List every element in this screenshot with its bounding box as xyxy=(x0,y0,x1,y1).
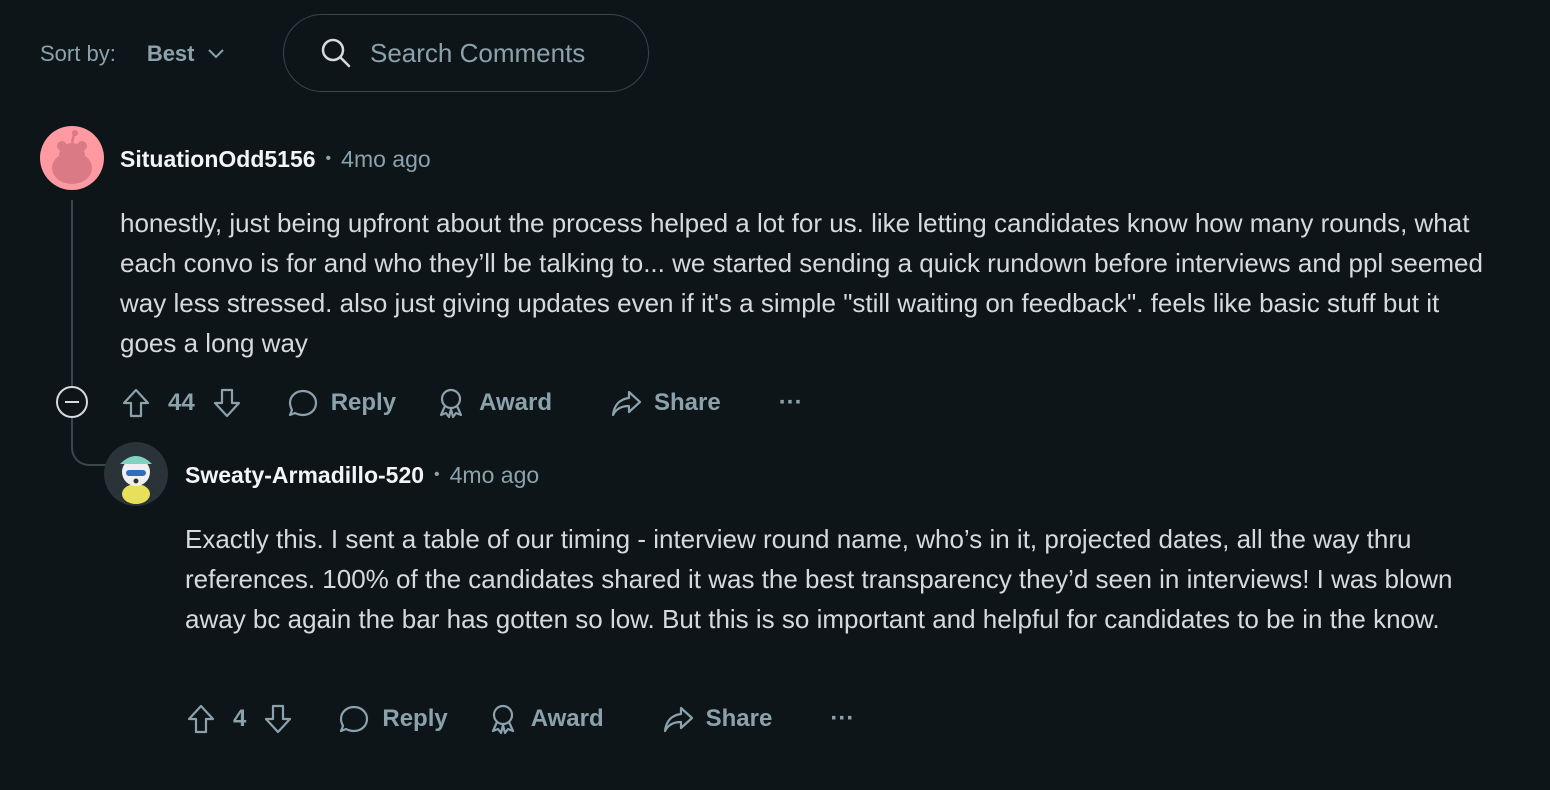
award-icon xyxy=(491,704,514,735)
reply-label: Reply xyxy=(330,389,397,416)
award-label: Award xyxy=(530,705,604,732)
comment-actions: 44 Reply Award Share ··· xyxy=(120,383,803,423)
downvote-button[interactable] xyxy=(262,703,294,735)
upvote-button[interactable] xyxy=(120,387,152,419)
comment-body: Exactly this. I sent a table of our timi… xyxy=(185,524,1453,634)
comment-author[interactable]: SituationOdd5156 xyxy=(120,146,316,173)
downvote-button[interactable] xyxy=(211,387,243,419)
avatar[interactable] xyxy=(40,126,104,190)
upvote-button[interactable] xyxy=(185,703,217,735)
comment-timestamp[interactable]: 4mo ago xyxy=(341,146,431,173)
search-input[interactable] xyxy=(368,36,632,70)
avatar[interactable] xyxy=(104,442,168,506)
award-button[interactable]: Award xyxy=(487,703,604,735)
search-icon xyxy=(321,38,351,68)
sort-dropdown[interactable]: Best xyxy=(147,41,225,67)
separator-dot: • xyxy=(325,150,332,167)
vote-count: 4 xyxy=(233,705,247,732)
share-arrow-icon xyxy=(611,390,642,417)
separator-dot: • xyxy=(434,466,440,483)
reply-button[interactable]: Reply xyxy=(338,703,448,735)
snoo-avatar-icon xyxy=(120,456,152,504)
more-options-button[interactable]: ··· xyxy=(779,389,803,417)
sort-label: Sort by: xyxy=(40,41,116,66)
upvote-arrow-icon xyxy=(187,704,215,734)
reply-button[interactable]: Reply xyxy=(287,387,396,419)
comment-meta: Sweaty-Armadillo-520 • 4mo ago xyxy=(185,459,539,491)
upvote-arrow-icon xyxy=(122,388,150,418)
comment-timestamp[interactable]: 4mo ago xyxy=(450,462,540,489)
share-button[interactable]: Share xyxy=(662,703,773,735)
reply-label: Reply xyxy=(382,705,448,732)
snoo-avatar-icon xyxy=(52,130,92,184)
thread-connector xyxy=(71,418,107,466)
award-button[interactable]: Award xyxy=(435,387,552,419)
minus-icon xyxy=(65,401,79,403)
downvote-arrow-icon xyxy=(265,704,292,734)
more-options-button[interactable]: ··· xyxy=(830,705,854,733)
share-button[interactable]: Share xyxy=(610,387,721,419)
sort-value: Best xyxy=(146,41,195,66)
comment-author[interactable]: Sweaty-Armadillo-520 xyxy=(185,462,424,489)
award-label: Award xyxy=(479,389,552,416)
vote-count: 44 xyxy=(168,389,195,416)
share-arrow-icon xyxy=(663,706,693,733)
collapse-thread-button[interactable] xyxy=(56,386,88,418)
chevron-down-icon xyxy=(207,49,224,59)
award-icon xyxy=(439,388,463,419)
share-label: Share xyxy=(653,389,721,416)
comment-bubble-icon xyxy=(340,705,369,733)
comment-actions: 4 Reply Award Share ··· xyxy=(185,699,854,739)
comment-bubble-icon xyxy=(288,389,317,417)
downvote-arrow-icon xyxy=(213,388,240,418)
search-comments-field[interactable] xyxy=(283,14,649,92)
sort-bar: Sort by: Best xyxy=(40,14,225,94)
comment-meta: SituationOdd5156 • 4mo ago xyxy=(120,143,431,175)
thread-line xyxy=(71,200,73,386)
share-label: Share xyxy=(705,705,773,732)
comment-body: honestly, just being upfront about the p… xyxy=(120,208,1483,358)
